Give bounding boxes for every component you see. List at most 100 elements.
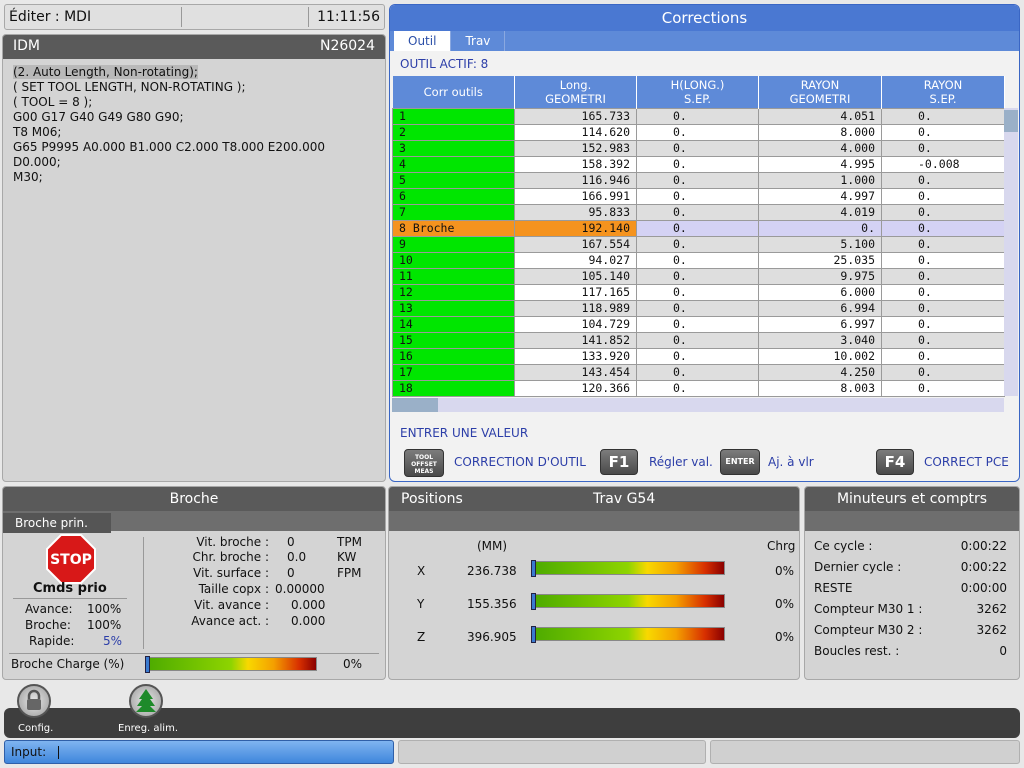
- table-cell[interactable]: 143.454: [514, 363, 637, 381]
- table-cell[interactable]: 0.: [881, 139, 1005, 157]
- table-row[interactable]: 14 104.729 0. 6.997 0.: [392, 315, 1005, 333]
- table-cell[interactable]: 0.: [636, 155, 759, 173]
- table-cell[interactable]: 117.165: [514, 283, 637, 301]
- table-row[interactable]: 13 118.989 0. 6.994 0.: [392, 299, 1005, 317]
- table-cell[interactable]: 0.: [636, 379, 759, 397]
- table-cell[interactable]: 0.: [636, 331, 759, 349]
- table-cell[interactable]: 0.: [636, 363, 759, 381]
- table-row[interactable]: 17 143.454 0. 4.250 0.: [392, 363, 1005, 381]
- code-line[interactable]: M30;: [13, 170, 375, 185]
- table-cell[interactable]: 15: [392, 331, 515, 349]
- table-cell[interactable]: 94.027: [514, 251, 637, 269]
- table-cell[interactable]: 0.: [636, 347, 759, 365]
- table-cell[interactable]: 105.140: [514, 267, 637, 285]
- table-cell[interactable]: 0.: [881, 219, 1005, 237]
- table-cell[interactable]: 8.000: [758, 123, 882, 141]
- table-row[interactable]: 10 94.027 0. 25.035 0.: [392, 251, 1005, 269]
- table-cell[interactable]: 11: [392, 267, 515, 285]
- table-cell[interactable]: 2: [392, 123, 515, 141]
- table-cell[interactable]: 4.000: [758, 139, 882, 157]
- table-cell[interactable]: 3.040: [758, 331, 882, 349]
- table-cell[interactable]: 8 Broche: [392, 219, 515, 237]
- table-row[interactable]: 6 166.991 0. 4.997 0.: [392, 187, 1005, 205]
- table-cell[interactable]: 10: [392, 251, 515, 269]
- table-cell[interactable]: 0.: [881, 379, 1005, 397]
- table-row[interactable]: 9 167.554 0. 5.100 0.: [392, 235, 1005, 253]
- table-cell[interactable]: 9: [392, 235, 515, 253]
- table-cell[interactable]: 0.: [636, 299, 759, 317]
- table-cell[interactable]: 116.946: [514, 171, 637, 189]
- table-cell[interactable]: 13: [392, 299, 515, 317]
- table-cell[interactable]: 4.250: [758, 363, 882, 381]
- table-row[interactable]: 8 Broche 192.140 0. 0. 0.: [392, 219, 1005, 237]
- table-cell[interactable]: 5: [392, 171, 515, 189]
- table-cell[interactable]: 0.: [636, 187, 759, 205]
- tab-outil[interactable]: Outil: [394, 31, 452, 51]
- table-cell[interactable]: 104.729: [514, 315, 637, 333]
- table-cell[interactable]: 18: [392, 379, 515, 397]
- table-cell[interactable]: 0.: [636, 139, 759, 157]
- table-cell[interactable]: 0.: [881, 123, 1005, 141]
- table-cell[interactable]: -0.008: [881, 155, 1005, 173]
- table-cell[interactable]: 95.833: [514, 203, 637, 221]
- table-cell[interactable]: 0.: [636, 267, 759, 285]
- table-cell[interactable]: 1.000: [758, 171, 882, 189]
- table-cell[interactable]: 141.852: [514, 331, 637, 349]
- table-cell[interactable]: 4.995: [758, 155, 882, 173]
- table-cell[interactable]: 4.019: [758, 203, 882, 221]
- tab-trav[interactable]: Trav: [451, 31, 506, 51]
- table-cell[interactable]: 0.: [881, 107, 1005, 125]
- table-cell[interactable]: 0.: [636, 315, 759, 333]
- table-cell[interactable]: 152.983: [514, 139, 637, 157]
- f1-key[interactable]: F1: [600, 449, 638, 475]
- horizontal-scrollbar[interactable]: [392, 398, 1004, 412]
- program-editor[interactable]: (2. Auto Length, Non-rotating); ( SET TO…: [3, 59, 385, 191]
- table-cell[interactable]: 8.003: [758, 379, 882, 397]
- table-cell[interactable]: 0.: [881, 331, 1005, 349]
- table-row[interactable]: 7 95.833 0. 4.019 0.: [392, 203, 1005, 221]
- table-cell[interactable]: 0.: [881, 171, 1005, 189]
- input-field[interactable]: Input:: [4, 740, 394, 764]
- table-row[interactable]: 4 158.392 0. 4.995 -0.008: [392, 155, 1005, 173]
- table-cell[interactable]: 0.: [636, 203, 759, 221]
- table-cell[interactable]: 166.991: [514, 187, 637, 205]
- table-cell[interactable]: 9.975: [758, 267, 882, 285]
- table-cell[interactable]: 0.: [881, 299, 1005, 317]
- table-cell[interactable]: 6.997: [758, 315, 882, 333]
- table-cell[interactable]: 5.100: [758, 235, 882, 253]
- table-cell[interactable]: 118.989: [514, 299, 637, 317]
- table-cell[interactable]: 12: [392, 283, 515, 301]
- code-line[interactable]: G65 P9995 A0.000 B1.000 C2.000 T8.000 E2…: [13, 140, 375, 155]
- table-cell[interactable]: 167.554: [514, 235, 637, 253]
- table-cell[interactable]: 0.: [636, 171, 759, 189]
- scroll-thumb[interactable]: [1004, 110, 1018, 132]
- table-cell[interactable]: 7: [392, 203, 515, 221]
- table-row[interactable]: 1 165.733 0. 4.051 0.: [392, 107, 1005, 125]
- table-cell[interactable]: 0.: [881, 267, 1005, 285]
- table-row[interactable]: 15 141.852 0. 3.040 0.: [392, 331, 1005, 349]
- table-cell[interactable]: 120.366: [514, 379, 637, 397]
- table-cell[interactable]: 165.733: [514, 107, 637, 125]
- table-cell[interactable]: 4.997: [758, 187, 882, 205]
- table-cell[interactable]: 6: [392, 187, 515, 205]
- table-row[interactable]: 18 120.366 0. 8.003 0.: [392, 379, 1005, 397]
- table-row[interactable]: 12 117.165 0. 6.000 0.: [392, 283, 1005, 301]
- tree-icon[interactable]: [129, 684, 163, 718]
- table-cell[interactable]: 3: [392, 139, 515, 157]
- table-row[interactable]: 2 114.620 0. 8.000 0.: [392, 123, 1005, 141]
- stop-icon[interactable]: STOP: [45, 533, 97, 585]
- code-line[interactable]: (2. Auto Length, Non-rotating);: [13, 65, 375, 80]
- table-cell[interactable]: 16: [392, 347, 515, 365]
- table-cell[interactable]: 0.: [881, 315, 1005, 333]
- table-cell[interactable]: 0.: [881, 187, 1005, 205]
- table-cell[interactable]: 17: [392, 363, 515, 381]
- table-cell[interactable]: 25.035: [758, 251, 882, 269]
- table-cell[interactable]: 192.140: [514, 219, 637, 237]
- enter-key[interactable]: ENTER: [720, 449, 760, 475]
- tab-broche-prin[interactable]: Broche prin.: [3, 513, 111, 533]
- table-cell[interactable]: 0.: [881, 347, 1005, 365]
- table-cell[interactable]: 0.: [636, 251, 759, 269]
- table-row[interactable]: 16 133.920 0. 10.002 0.: [392, 347, 1005, 365]
- power-save-button-label[interactable]: Enreg. alim.: [118, 723, 178, 734]
- code-line[interactable]: D0.000;: [13, 155, 375, 170]
